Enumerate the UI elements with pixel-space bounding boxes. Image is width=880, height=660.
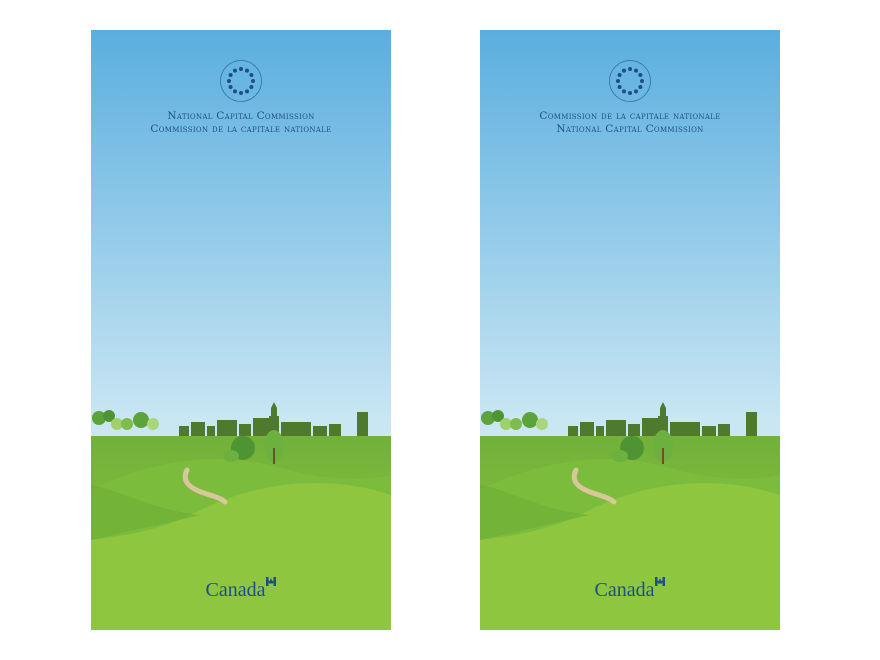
canada-flag-icon	[655, 577, 666, 586]
title-line-1: National Capital Commission	[167, 110, 315, 122]
brochure-panel-english: National Capital Commission Commission d…	[91, 30, 391, 630]
wordmark-text: Canada	[205, 579, 266, 601]
organization-title: Commission de la capitale nationale Nati…	[480, 110, 780, 136]
title-line-2: National Capital Commission	[556, 123, 704, 135]
title-line-2: Commission de la capitale nationale	[150, 123, 332, 135]
brochure-panel-french: Commission de la capitale nationale Nati…	[480, 30, 780, 630]
organization-title: National Capital Commission Commission d…	[91, 110, 391, 136]
wordmark-text: Canada	[594, 579, 655, 601]
title-line-1: Commission de la capitale nationale	[539, 110, 721, 122]
canada-wordmark: Canada	[91, 577, 391, 601]
canada-wordmark: Canada	[480, 577, 780, 601]
ncc-emblem-icon	[220, 60, 262, 102]
ncc-emblem-icon	[609, 60, 651, 102]
canada-flag-icon	[266, 577, 277, 586]
